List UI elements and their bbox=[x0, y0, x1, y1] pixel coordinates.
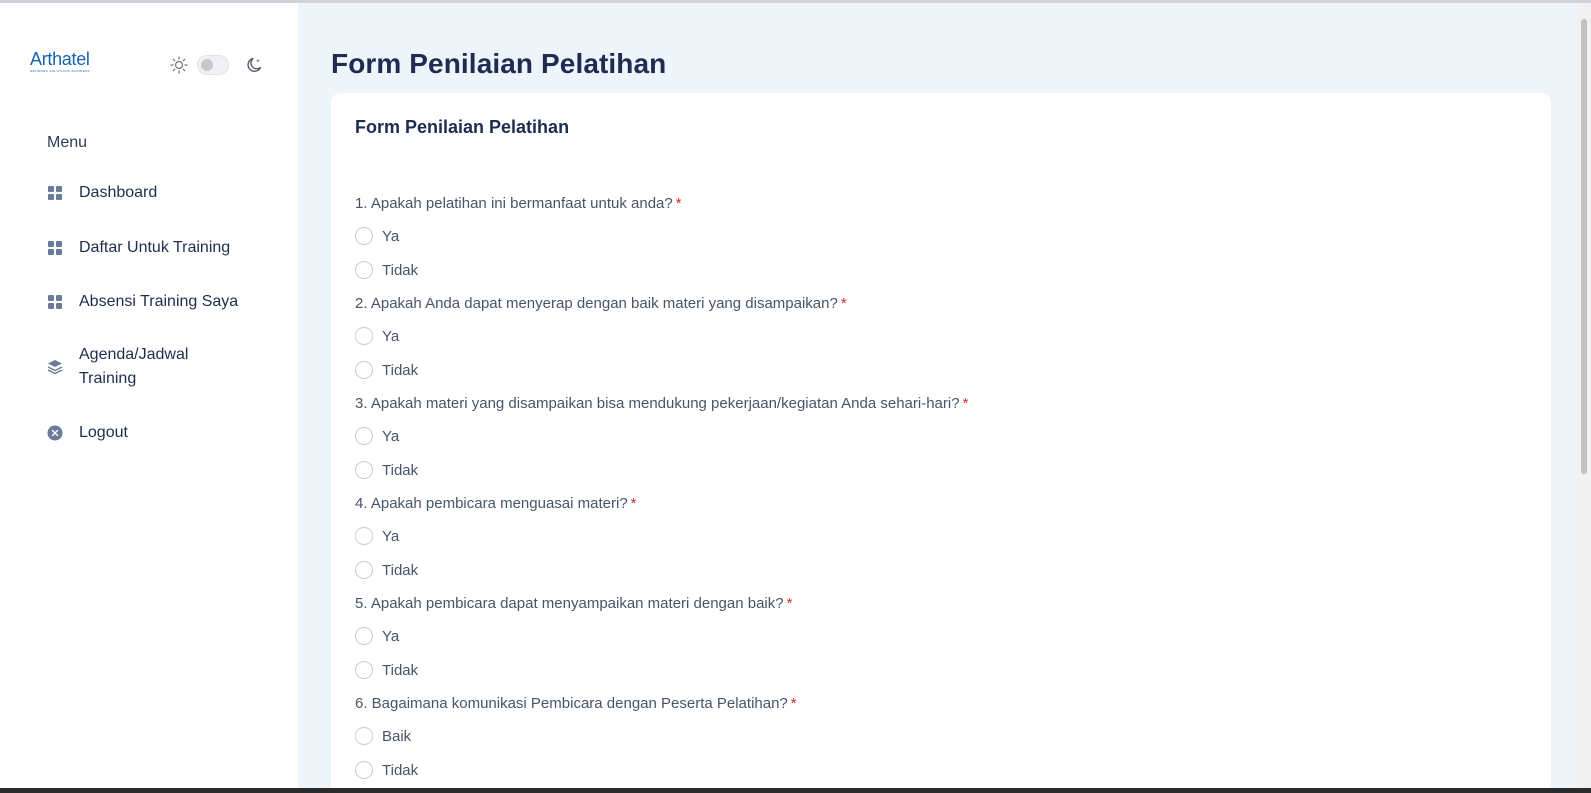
required-mark: * bbox=[786, 595, 793, 612]
required-mark: * bbox=[840, 295, 847, 312]
question-1: 1. Apakah pelatihan ini bermanfaat untuk… bbox=[355, 195, 682, 212]
card-title: Form Penilaian Pelatihan bbox=[355, 117, 570, 137]
radio-button[interactable] bbox=[355, 727, 373, 745]
radio-option-q3-tidak[interactable]: Tidak bbox=[355, 461, 418, 479]
radio-button[interactable] bbox=[355, 461, 373, 479]
required-mark: * bbox=[630, 495, 637, 512]
option-label: Tidak bbox=[382, 561, 419, 579]
required-mark: * bbox=[962, 395, 969, 412]
sidebar-item-dashboard[interactable]: Dashboard bbox=[47, 181, 267, 205]
grid-icon bbox=[48, 241, 62, 255]
option-label: Tidak bbox=[382, 461, 419, 479]
grid-icon bbox=[48, 295, 62, 309]
radio-button[interactable] bbox=[355, 327, 373, 345]
sidebar-item-absensi[interactable]: Absensi Training Saya bbox=[47, 290, 267, 314]
question-text: 2. Apakah Anda dapat menyerap dengan bai… bbox=[355, 295, 838, 312]
brand-tagline: NETWORK SOLUTIONS BUSINESS bbox=[30, 69, 90, 73]
radio-option-q2-ya[interactable]: Ya bbox=[355, 327, 399, 345]
radio-button[interactable] bbox=[355, 261, 373, 279]
sidebar-item-label: Logout bbox=[79, 424, 128, 441]
required-mark: * bbox=[675, 195, 682, 212]
dark-mode-switch[interactable] bbox=[197, 55, 229, 75]
moon-icon bbox=[247, 57, 262, 72]
radio-option-q2-tidak[interactable]: Tidak bbox=[355, 361, 418, 379]
question-3: 3. Apakah materi yang disampaikan bisa m… bbox=[355, 395, 968, 412]
question-text: 4. Apakah pembicara menguasai materi? bbox=[355, 495, 628, 512]
option-label: Baik bbox=[382, 727, 412, 745]
option-label: Ya bbox=[382, 327, 400, 345]
radio-button[interactable] bbox=[355, 427, 373, 445]
window-bottom-border bbox=[0, 788, 1591, 793]
radio-option-q5-tidak[interactable]: Tidak bbox=[355, 661, 418, 679]
layers-icon bbox=[47, 360, 63, 375]
radio-option-q4-ya[interactable]: Ya bbox=[355, 527, 399, 545]
required-mark: * bbox=[790, 695, 797, 712]
page-scrollbar[interactable] bbox=[1577, 3, 1591, 788]
brand-name: Arthatel bbox=[30, 49, 90, 69]
question-6: 6. Bagaimana komunikasi Pembicara dengan… bbox=[355, 695, 797, 712]
radio-button[interactable] bbox=[355, 761, 373, 779]
brand-logo[interactable]: Arthatel NETWORK SOLUTIONS BUSINESS bbox=[30, 50, 100, 76]
grid-icon bbox=[48, 186, 62, 200]
radio-button[interactable] bbox=[355, 227, 373, 245]
radio-option-q1-tidak[interactable]: Tidak bbox=[355, 261, 418, 279]
option-label: Tidak bbox=[382, 261, 419, 279]
radio-option-q3-ya[interactable]: Ya bbox=[355, 427, 399, 445]
question-4: 4. Apakah pembicara menguasai materi? * bbox=[355, 495, 637, 512]
radio-button[interactable] bbox=[355, 361, 373, 379]
close-circle-icon bbox=[47, 425, 63, 441]
sidebar-item-label: Absensi Training Saya bbox=[79, 293, 239, 310]
form-card: Form Penilaian Pelatihan 1. Apakah pelat… bbox=[331, 93, 1551, 793]
option-label: Ya bbox=[382, 227, 400, 245]
radio-option-q6-tidak[interactable]: Tidak bbox=[355, 761, 418, 779]
scrollbar-thumb[interactable] bbox=[1581, 19, 1587, 474]
option-label: Ya bbox=[382, 427, 400, 445]
page-title: Form Penilaian Pelatihan bbox=[331, 48, 667, 79]
menu-title: Menu bbox=[47, 134, 88, 151]
sidebar-item-logout[interactable]: Logout bbox=[47, 421, 267, 445]
sun-icon bbox=[170, 56, 188, 74]
radio-option-q5-ya[interactable]: Ya bbox=[355, 627, 399, 645]
option-label: Tidak bbox=[382, 761, 419, 779]
radio-button[interactable] bbox=[355, 661, 373, 679]
sidebar-item-label: Agenda/Jadwal Training bbox=[79, 346, 189, 387]
option-label: Ya bbox=[382, 527, 400, 545]
theme-toggle-group bbox=[170, 54, 270, 76]
sidebar-item-label: Daftar Untuk Training bbox=[79, 239, 231, 256]
sidebar: Arthatel NETWORK SOLUTIONS BUSINESS Menu… bbox=[0, 3, 298, 788]
question-text: 3. Apakah materi yang disampaikan bisa m… bbox=[355, 395, 960, 412]
question-5: 5. Apakah pembicara dapat menyampaikan m… bbox=[355, 595, 792, 612]
sidebar-item-label: Dashboard bbox=[79, 184, 158, 201]
radio-button[interactable] bbox=[355, 561, 373, 579]
switch-knob bbox=[201, 59, 213, 71]
question-2: 2. Apakah Anda dapat menyerap dengan bai… bbox=[355, 295, 847, 312]
option-label: Tidak bbox=[382, 361, 419, 379]
question-text: 1. Apakah pelatihan ini bermanfaat untuk… bbox=[355, 195, 673, 212]
radio-option-q6-baik[interactable]: Baik bbox=[355, 727, 411, 745]
sidebar-item-agenda[interactable]: Agenda/Jadwal Training bbox=[47, 343, 267, 391]
radio-option-q4-tidak[interactable]: Tidak bbox=[355, 561, 418, 579]
sidebar-item-daftar-training[interactable]: Daftar Untuk Training bbox=[47, 236, 267, 260]
question-text: 6. Bagaimana komunikasi Pembicara dengan… bbox=[355, 695, 788, 712]
question-text: 5. Apakah pembicara dapat menyampaikan m… bbox=[355, 595, 784, 612]
option-label: Tidak bbox=[382, 661, 419, 679]
option-label: Ya bbox=[382, 627, 400, 645]
radio-option-q1-ya[interactable]: Ya bbox=[355, 227, 399, 245]
radio-button[interactable] bbox=[355, 627, 373, 645]
radio-button[interactable] bbox=[355, 527, 373, 545]
